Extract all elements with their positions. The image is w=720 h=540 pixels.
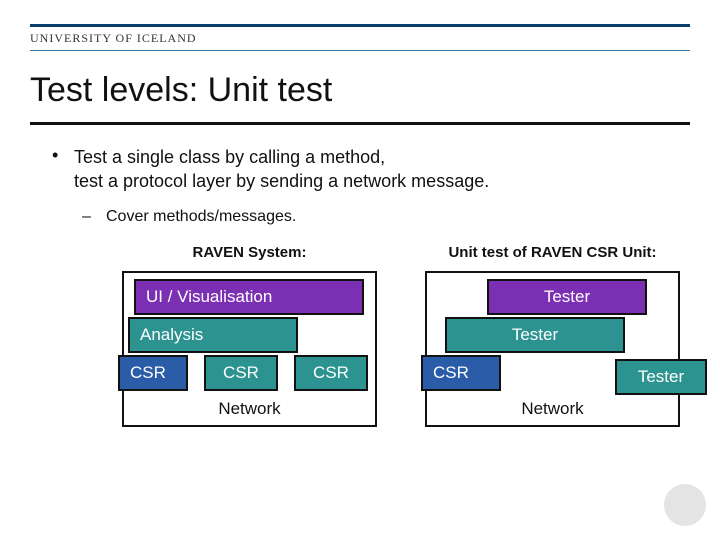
diagram-area: RAVEN System: UI / Visualisation Analysi… [122, 244, 680, 427]
header-rule-thick [30, 24, 690, 27]
box-tester-3: Tester [615, 359, 707, 395]
box-tester-1: Tester [487, 279, 647, 315]
bullet-dot-icon: • [52, 145, 74, 194]
box-csr-right: CSR [421, 355, 501, 391]
diagram-left: RAVEN System: UI / Visualisation Analysi… [122, 244, 377, 427]
box-csr-1: CSR [118, 355, 188, 391]
box-network-left: Network [124, 393, 375, 425]
bullet-line-2: test a protocol layer by sending a netwo… [74, 171, 489, 191]
box-csr-3: CSR [294, 355, 368, 391]
university-seal-icon [664, 484, 706, 526]
left-title: RAVEN System: [122, 244, 377, 261]
left-stack: UI / Visualisation Analysis CSR CSR CSR … [122, 271, 377, 427]
sub-text: Cover methods/messages. [106, 208, 296, 226]
box-network-right: Network [427, 393, 678, 425]
bullet-text: Test a single class by calling a method,… [74, 145, 489, 194]
slide-header: UNIVERSITY OF ICELAND [0, 0, 720, 51]
title-wrap: Test levels: Unit test [30, 71, 690, 125]
box-tester-2: Tester [445, 317, 625, 353]
box-ui-visualisation: UI / Visualisation [134, 279, 364, 315]
dash-icon: – [82, 208, 106, 226]
right-stack: Tester Tester CSR Tester Network [425, 271, 680, 427]
slide-title: Test levels: Unit test [30, 71, 690, 110]
bullet-main: • Test a single class by calling a metho… [52, 145, 680, 194]
bullet-line-1: Test a single class by calling a method, [74, 147, 385, 167]
bullet-sub: – Cover methods/messages. [82, 208, 680, 226]
content-area: • Test a single class by calling a metho… [0, 125, 720, 427]
box-analysis: Analysis [128, 317, 298, 353]
diagram-right: Unit test of RAVEN CSR Unit: Tester Test… [425, 244, 680, 427]
box-csr-2: CSR [204, 355, 278, 391]
header-rule-thin [30, 50, 690, 51]
university-name: UNIVERSITY OF ICELAND [30, 31, 690, 46]
right-title: Unit test of RAVEN CSR Unit: [425, 244, 680, 261]
